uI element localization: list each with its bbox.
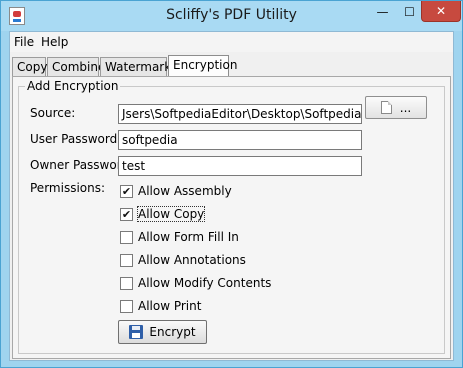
menu-bar: File Help: [10, 32, 453, 52]
permission-allow-annotations[interactable]: Allow Annotations: [120, 252, 246, 268]
label-allow-modify-contents: Allow Modify Contents: [138, 276, 272, 290]
browse-button[interactable]: ...: [365, 96, 427, 119]
tab-combine[interactable]: Combine: [47, 57, 105, 76]
checkbox-allow-print[interactable]: [120, 299, 133, 313]
encrypt-button[interactable]: Encrypt: [118, 320, 207, 344]
tab-encryption[interactable]: Encryption: [168, 55, 237, 76]
checkbox-allow-copy[interactable]: ✔: [120, 207, 133, 221]
permission-allow-print[interactable]: Allow Print: [120, 298, 201, 314]
user-password-label: User Password:: [30, 132, 122, 146]
owner-password-field[interactable]: test: [118, 156, 362, 176]
document-icon: [380, 101, 392, 114]
browse-button-label: ...: [399, 100, 412, 115]
client-area: File Help Copy Combine Watermark Encrypt…: [9, 31, 454, 361]
menu-help[interactable]: Help: [41, 35, 68, 49]
title-bar[interactable]: Scliffy's PDF Utility — ☐ ✕: [1, 1, 462, 31]
user-password-field[interactable]: softpedia: [118, 130, 362, 150]
tab-copy[interactable]: Copy: [12, 57, 47, 76]
permission-allow-modify-contents[interactable]: Allow Modify Contents: [120, 275, 271, 291]
permission-allow-copy[interactable]: ✔ Allow Copy: [120, 206, 206, 222]
menu-file[interactable]: File: [14, 35, 34, 49]
permission-allow-form-fill-in[interactable]: Allow Form Fill In: [120, 229, 239, 245]
add-encryption-group: Add Encryption: [18, 79, 445, 354]
close-button[interactable]: ✕: [421, 1, 461, 22]
label-allow-copy: Allow Copy: [136, 206, 206, 222]
checkbox-allow-form-fill-in[interactable]: [120, 230, 133, 244]
source-label: Source:: [30, 106, 76, 120]
tab-watermark[interactable]: Watermark: [100, 57, 171, 76]
encrypt-button-label: Encrypt: [149, 325, 196, 339]
label-allow-annotations: Allow Annotations: [138, 253, 246, 267]
checkbox-allow-annotations[interactable]: [120, 253, 133, 267]
permissions-label: Permissions:: [30, 181, 106, 195]
app-window: Scliffy's PDF Utility — ☐ ✕ File Help Co…: [0, 0, 463, 368]
group-title: Add Encryption: [25, 79, 121, 93]
permission-allow-assembly[interactable]: ✔ Allow Assembly: [120, 183, 232, 199]
label-allow-assembly: Allow Assembly: [138, 184, 232, 198]
checkbox-allow-assembly[interactable]: ✔: [120, 184, 133, 198]
minimize-button[interactable]: —: [369, 1, 396, 22]
label-allow-form-fill-in: Allow Form Fill In: [138, 230, 239, 244]
checkbox-allow-modify-contents[interactable]: [120, 276, 133, 290]
source-field[interactable]: Jsers\SoftpediaEditor\Desktop\Softpedia …: [118, 104, 362, 124]
maximize-button[interactable]: ☐: [396, 1, 423, 22]
floppy-disk-icon: [129, 325, 144, 339]
label-allow-print: Allow Print: [138, 299, 202, 313]
